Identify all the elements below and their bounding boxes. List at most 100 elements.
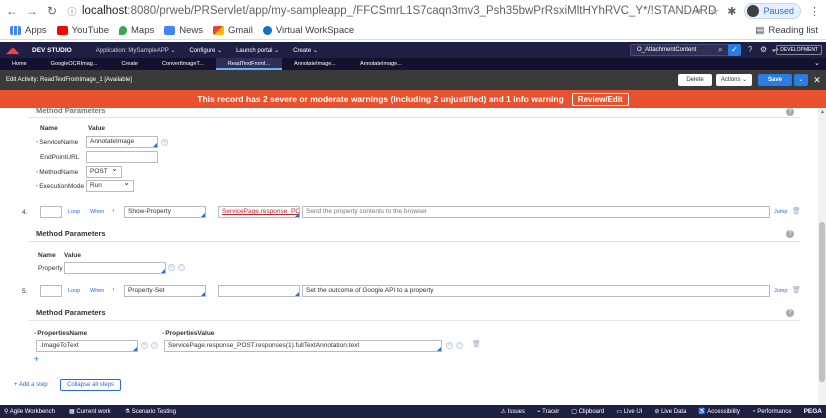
tracer-button[interactable]: ⌁ Tracer	[537, 408, 559, 415]
address-bar[interactable]: localhost:8080/prweb/PRServlet/app/my-sa…	[82, 5, 716, 17]
chevron-icon[interactable]: ›	[110, 287, 117, 295]
tab-create[interactable]: Create	[109, 58, 150, 70]
scrollbar[interactable]: ▲	[818, 108, 826, 405]
tab-annotate-image-1[interactable]: AnnotateImage...	[282, 58, 348, 70]
settings-icon[interactable]: ⚙	[760, 45, 767, 54]
clipboard-button[interactable]: ▢ Clipboard	[571, 408, 604, 415]
tabs-overflow-icon[interactable]: ⌄	[814, 59, 820, 67]
menu-create[interactable]: Create ⌄	[293, 47, 318, 54]
gear-icon[interactable]: ⚙	[141, 342, 148, 349]
tab-read-text[interactable]: ReadTextFromI...	[215, 58, 283, 70]
jump-link[interactable]: Jump	[774, 288, 787, 294]
agile-workbench-button[interactable]: ⚲ Agile Workbench	[4, 408, 55, 415]
actions-button[interactable]: Actions ⌄	[716, 74, 752, 86]
current-work-button[interactable]: ▦ Current work	[69, 408, 111, 415]
forward-icon[interactable]: →	[24, 3, 40, 19]
loop-link[interactable]: Loop	[68, 288, 80, 294]
reading-list[interactable]: ▤ Reading list	[755, 25, 818, 36]
tab-convert-image[interactable]: ConvertImageT...	[150, 58, 216, 70]
loop-link[interactable]: Loop	[68, 209, 80, 215]
gear-icon[interactable]: ⚙	[161, 139, 168, 146]
menu-icon[interactable]: ⋮	[809, 5, 820, 18]
bookmark-youtube[interactable]: YouTube	[56, 25, 109, 36]
paused-label: Paused	[763, 6, 794, 16]
description-field[interactable]: Set the outcome of Google API to a prope…	[302, 285, 770, 297]
studio-name[interactable]: DEV STUDIO	[32, 47, 72, 54]
gear-icon[interactable]: ⚙	[168, 264, 175, 271]
property-field[interactable]	[64, 262, 166, 274]
help-icon[interactable]: ?	[786, 309, 794, 317]
live-data-button[interactable]: ⊘ Live Data	[654, 408, 686, 415]
add-step-button[interactable]: + Add a step	[14, 382, 48, 388]
reload-icon[interactable]: ↻	[44, 3, 60, 19]
step-page-field[interactable]: ServicePage.response_POST	[218, 206, 300, 218]
jump-link[interactable]: Jump	[774, 209, 787, 215]
zoom-icon[interactable]: ⌕	[695, 5, 701, 18]
method-field[interactable]: Property-Set	[124, 285, 206, 297]
endpoint-url-field[interactable]	[86, 151, 158, 163]
properties-name-field[interactable]: .ImageToText	[36, 340, 138, 352]
when-link[interactable]: When	[90, 209, 104, 215]
when-link[interactable]: When	[90, 288, 104, 294]
help-icon[interactable]: ?	[786, 108, 794, 116]
delete-button[interactable]: Delete	[678, 74, 712, 86]
workspace-icon	[262, 26, 272, 35]
bookmark-news[interactable]: News	[164, 25, 203, 36]
footer-label: Agile Workbench	[9, 409, 55, 415]
help-icon[interactable]: ?	[748, 45, 752, 54]
menu-application[interactable]: Application: MySampleAPP ⌄	[96, 47, 176, 54]
issues-button[interactable]: ⚠ Issues	[501, 408, 525, 415]
scroll-thumb[interactable]	[819, 222, 825, 382]
tab-annotate-image-2[interactable]: AnnotateImage...	[348, 58, 414, 70]
properties-value-field[interactable]: ServicePage.response_POST.responses(1).f…	[164, 340, 442, 352]
menu-configure[interactable]: Configure ⌄	[189, 47, 222, 54]
checkmark-icon[interactable]: ✓	[728, 44, 741, 56]
execution-mode-select[interactable]: Run	[86, 180, 134, 192]
studio-header: ◢◣ DEV STUDIO Application: MySampleAPP ⌄…	[0, 42, 826, 58]
scroll-up-icon[interactable]: ▲	[820, 109, 825, 115]
gear-icon[interactable]: ⚙	[446, 342, 453, 349]
scenario-testing-button[interactable]: ⚗ Scenario Testing	[125, 408, 176, 415]
accessibility-button[interactable]: ♿ Accessibility	[698, 408, 740, 415]
performance-button[interactable]: ◔ Performance	[752, 409, 792, 415]
profile-button[interactable]: Paused	[744, 3, 801, 19]
save-button[interactable]: Save	[758, 74, 792, 86]
service-name-field[interactable]: AnnotateImage	[86, 136, 158, 148]
extensions-icon[interactable]: ✱	[727, 5, 736, 18]
description-field[interactable]: Send the property contents to the browse…	[302, 206, 770, 218]
method-field[interactable]: Show-Property	[124, 206, 206, 218]
bookmark-gmail[interactable]: Gmail	[213, 25, 253, 36]
url-path: :8080/prweb/PRServlet/app/my-sampleapp_/…	[127, 5, 717, 17]
review-edit-button[interactable]: Review/Edit	[571, 92, 629, 106]
youtube-icon	[56, 26, 68, 35]
menu-launch-portal[interactable]: Launch portal ⌄	[236, 47, 279, 54]
live-ui-button[interactable]: ▭ Live UI	[616, 408, 642, 415]
save-dropdown-icon[interactable]: ⌄	[794, 74, 808, 86]
browser-toolbar: ← → ↻ ⓘ localhost:8080/prweb/PRServlet/a…	[0, 0, 826, 22]
method-name-select[interactable]: POST	[86, 166, 122, 178]
bookmark-virtual-workspace[interactable]: Virtual WorkSpace	[262, 25, 354, 36]
bookmark-maps[interactable]: Maps	[119, 25, 154, 36]
target-icon[interactable]: ◎	[178, 264, 185, 271]
bookmark-apps[interactable]: Apps	[10, 25, 47, 36]
collapse-all-steps-button[interactable]: Collapse all steps	[60, 379, 122, 391]
tab-google-ocr[interactable]: GoogleOCRImag...	[39, 58, 110, 70]
step-label-field[interactable]	[40, 285, 62, 297]
target-icon[interactable]: ◎	[456, 342, 463, 349]
star-icon[interactable]: ☆	[709, 5, 719, 18]
add-row-icon[interactable]: +	[34, 354, 39, 364]
chevron-icon[interactable]: ›	[110, 208, 117, 216]
target-icon[interactable]: ◎	[151, 342, 158, 349]
tab-home[interactable]: Home	[0, 58, 39, 70]
step-page-field[interactable]	[218, 285, 300, 297]
delete-step-icon[interactable]: 🗑	[792, 207, 801, 215]
step-label-field[interactable]	[40, 206, 62, 218]
help-icon[interactable]: ?	[786, 230, 794, 238]
close-icon[interactable]: ✕	[812, 74, 822, 86]
delete-row-icon[interactable]: 🗑	[472, 340, 481, 348]
back-icon[interactable]: ←	[4, 3, 20, 19]
info-icon[interactable]: ⓘ	[64, 3, 80, 19]
delete-step-icon[interactable]: 🗑	[792, 286, 801, 294]
pega-logo-icon[interactable]: ◢◣	[6, 45, 24, 55]
search-icon[interactable]: ⌕	[718, 45, 722, 55]
